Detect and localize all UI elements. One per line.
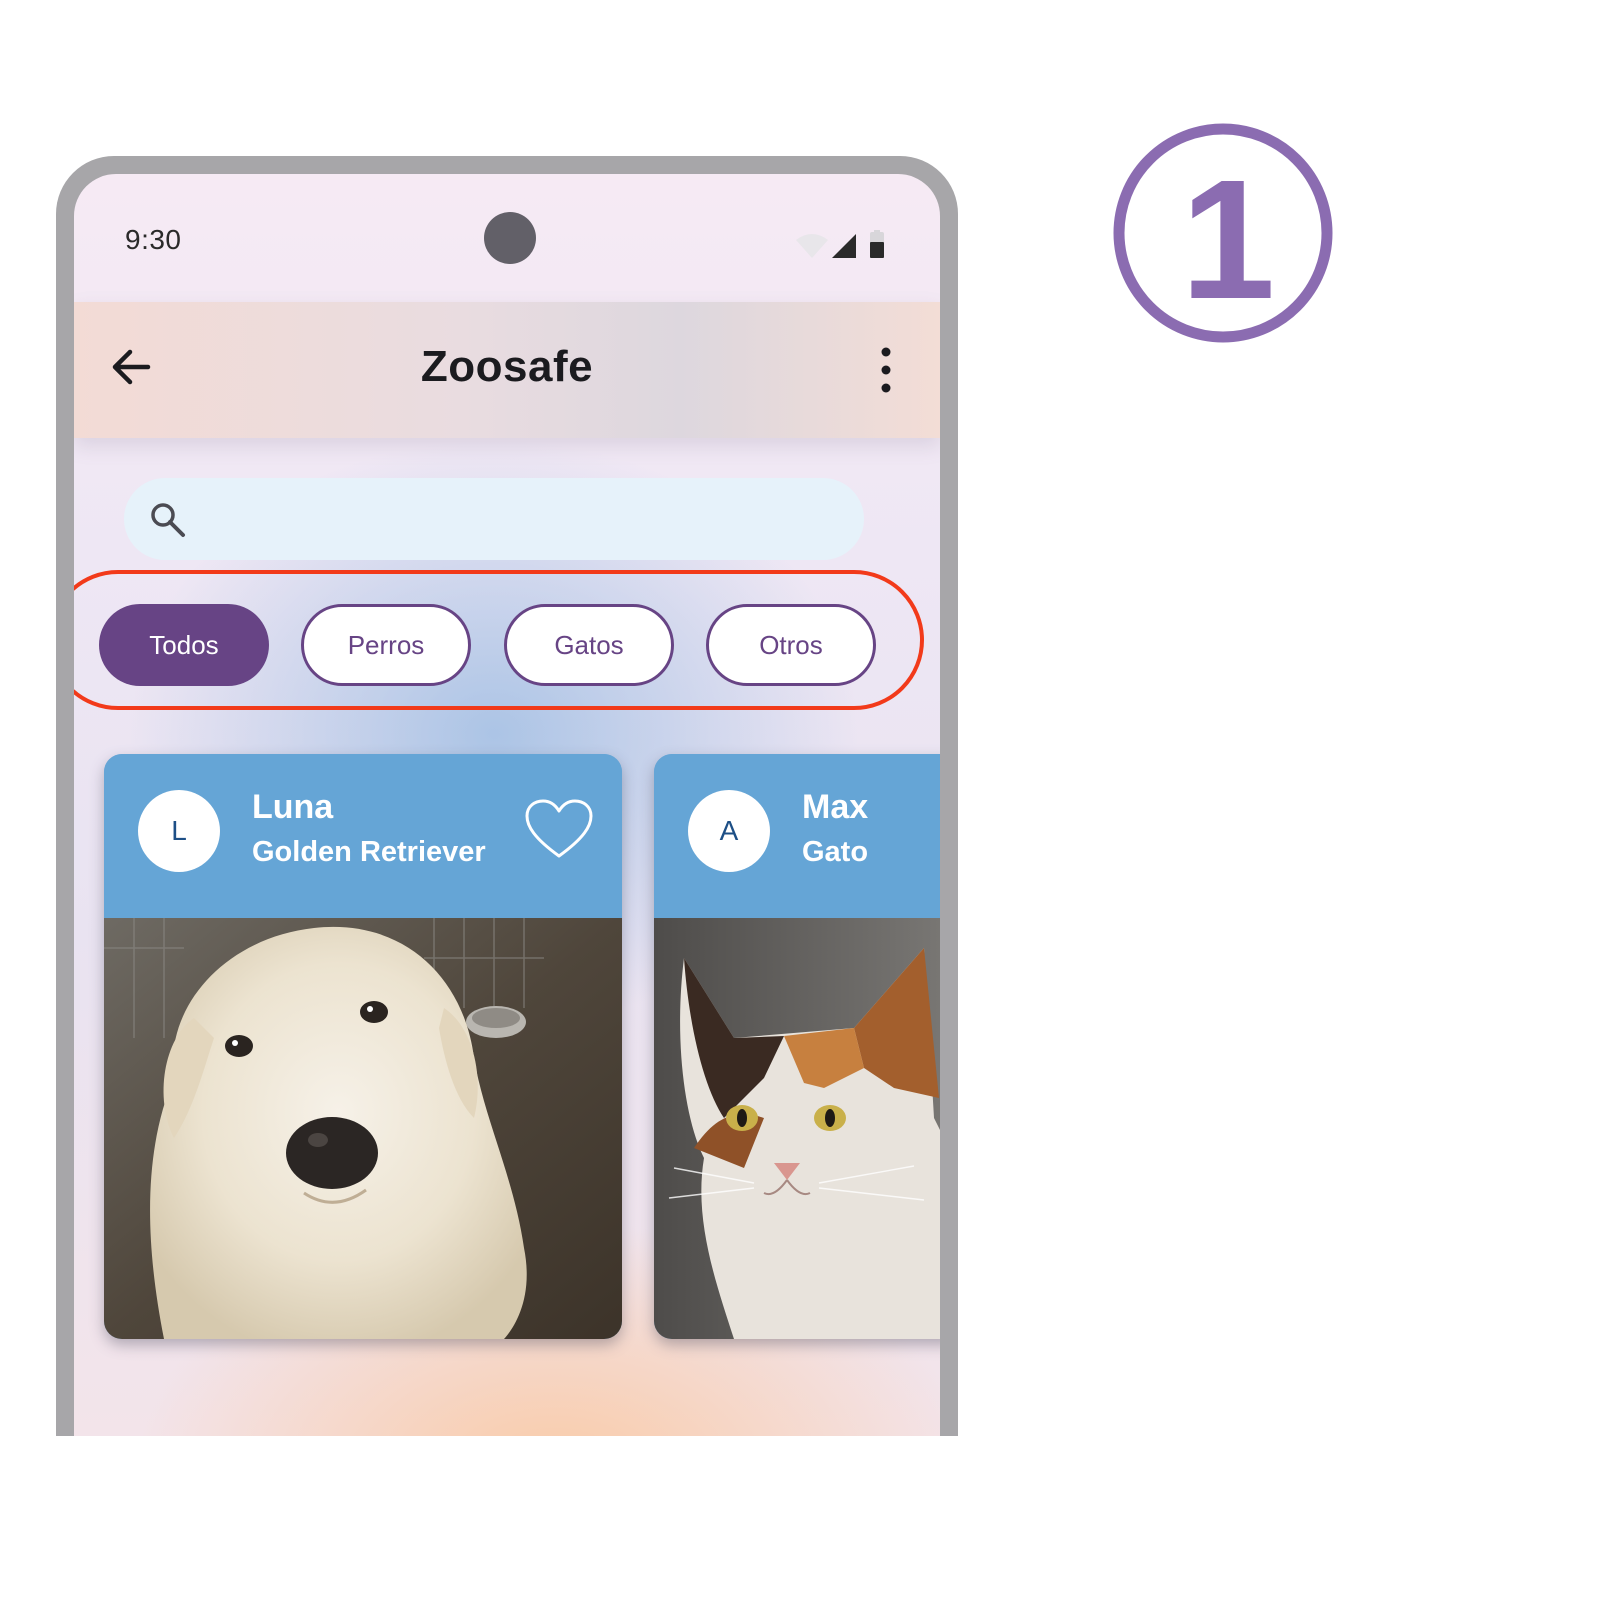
status-time: 9:30 (125, 224, 182, 255)
battery-icon (870, 230, 884, 258)
step-number-badge: 1 (1113, 123, 1333, 343)
top-app-bar: Zoosafe (74, 302, 940, 438)
camera-cutout (484, 212, 536, 264)
chip-todos[interactable]: Todos (99, 604, 269, 686)
pet-card-luna[interactable]: L Luna Golden Retriever (104, 754, 622, 1339)
chip-otros[interactable]: Otros (706, 604, 876, 686)
status-bar: 9:30 (74, 174, 940, 302)
app-screen: 9:30 Zoosafe Todos Perros Gatos Otros L … (74, 174, 940, 1436)
search-icon (151, 503, 185, 537)
search-input[interactable] (204, 478, 834, 562)
signal-icon (832, 234, 856, 258)
search-bar[interactable] (124, 478, 864, 562)
pet-name: Luna (252, 788, 334, 826)
avatar: L (138, 790, 220, 872)
pet-card-max[interactable]: A Max Gato (654, 754, 940, 1339)
card-header: L Luna Golden Retriever (104, 754, 622, 918)
card-header: A Max Gato (654, 754, 940, 918)
more-vert-icon[interactable] (868, 342, 904, 398)
wifi-icon (796, 234, 828, 258)
pet-photo-cat (654, 918, 940, 1339)
filter-chips: Todos Perros Gatos Otros (99, 604, 899, 686)
app-title: Zoosafe (420, 342, 594, 391)
chip-perros[interactable]: Perros (301, 604, 471, 686)
pet-breed: Gato (802, 836, 869, 868)
pet-breed: Golden Retriever (252, 836, 486, 868)
step-number: 1 (1181, 145, 1276, 335)
phone-frame: 9:30 Zoosafe Todos Perros Gatos Otros L … (56, 156, 958, 1436)
pet-name: Max (802, 788, 869, 826)
heart-outline-icon[interactable] (524, 798, 594, 862)
status-icons (796, 230, 884, 258)
avatar: A (688, 790, 770, 872)
chip-gatos[interactable]: Gatos (504, 604, 674, 686)
pet-photo-dog (104, 918, 622, 1339)
